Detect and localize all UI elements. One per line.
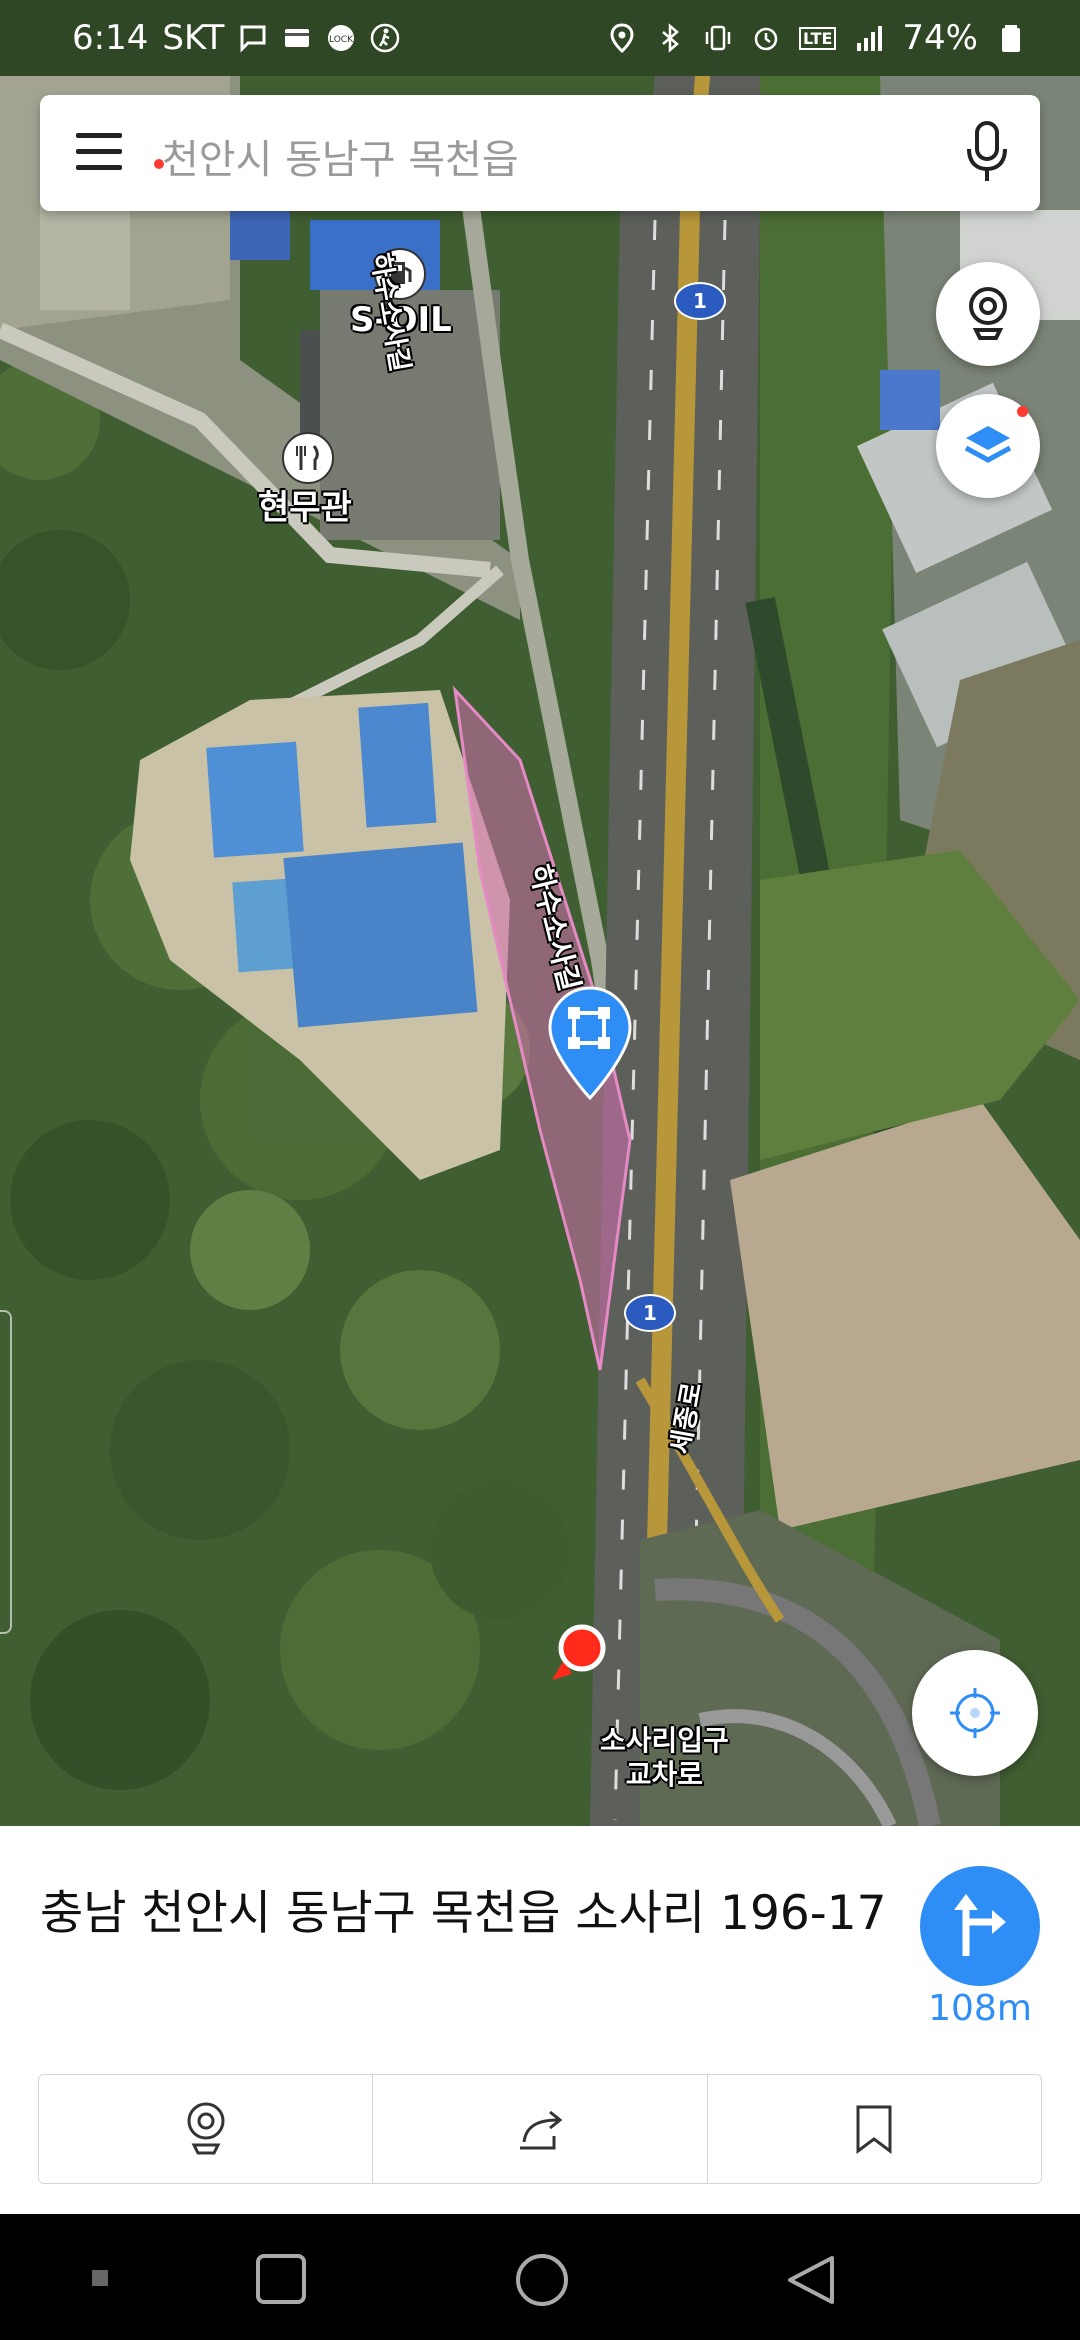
restaurant-label[interactable]: 현무관 (258, 480, 352, 529)
walking-icon (371, 23, 400, 53)
side-panel-handle[interactable] (0, 1310, 12, 1634)
share-button[interactable] (373, 2075, 708, 2183)
clock: 6:14 (72, 18, 149, 58)
location-icon (610, 23, 634, 53)
restaurant-icon[interactable] (282, 432, 334, 484)
share-icon (519, 2110, 563, 2150)
my-location-button[interactable] (912, 1650, 1038, 1776)
card-icon (285, 29, 310, 47)
bookmark-icon (856, 2105, 892, 2154)
menu-icon[interactable] (76, 129, 164, 175)
distance-label: 108m (928, 1988, 1032, 2029)
search-input[interactable]: 천안시 동남구 목천읍 (162, 127, 519, 185)
battery-icon (1002, 25, 1020, 52)
place-action-bar (38, 2074, 1042, 2184)
bluetooth-icon (662, 23, 679, 53)
route-shield-1-south: 1 (624, 1294, 676, 1332)
recent-apps-icon[interactable] (254, 2252, 308, 2306)
nav-dot-icon (92, 2270, 108, 2286)
route-shield-1-north: 1 (674, 282, 726, 320)
carrier: SKT (162, 18, 225, 58)
street-view-icon (187, 2102, 225, 2155)
street-view-icon (969, 287, 1007, 340)
street-view-action-button[interactable] (39, 2075, 374, 2183)
current-position-marker (552, 1624, 606, 1680)
parcel-pin-icon[interactable] (548, 986, 632, 1102)
intersection-label: 소사리입구 교차로 (600, 1724, 729, 1791)
home-icon[interactable] (514, 2252, 570, 2308)
system-navigation-bar (0, 2214, 1080, 2340)
search-bar[interactable]: 천안시 동남구 목천읍 (40, 95, 1040, 211)
back-icon[interactable] (784, 2252, 840, 2308)
alarm-icon (754, 27, 778, 51)
map-view[interactable]: S-OIL 현무관 하수소사길 하수소사길 세종로 소사리입구 교차로 1 1 (0, 0, 1080, 1826)
crosshair-icon (950, 1688, 1000, 1738)
svg-text:LOCK: LOCK (329, 35, 354, 45)
battery-percent: 74% (902, 18, 978, 58)
lock-app-icon: LOCK (328, 25, 354, 51)
place-info-panel: 충남 천안시 동남구 목천읍 소사리 196-17 108m (0, 1826, 1080, 2214)
layers-icon (964, 426, 1012, 463)
message-icon (240, 25, 266, 53)
signal-icon (857, 26, 883, 51)
place-address[interactable]: 충남 천안시 동남구 목천읍 소사리 196-17 (40, 1874, 887, 1943)
layers-button[interactable] (936, 394, 1040, 498)
directions-button[interactable] (920, 1866, 1040, 1986)
network-type: LTE (799, 26, 837, 50)
microphone-icon[interactable] (962, 119, 1012, 185)
notification-dot (1017, 406, 1028, 417)
vibrate-icon (705, 25, 731, 51)
street-view-button[interactable] (936, 262, 1040, 366)
status-bar: 6:14 SKT LOCK LTE 74% (0, 0, 1080, 76)
bookmark-button[interactable] (708, 2075, 1041, 2183)
directions-icon (954, 1894, 1006, 1956)
